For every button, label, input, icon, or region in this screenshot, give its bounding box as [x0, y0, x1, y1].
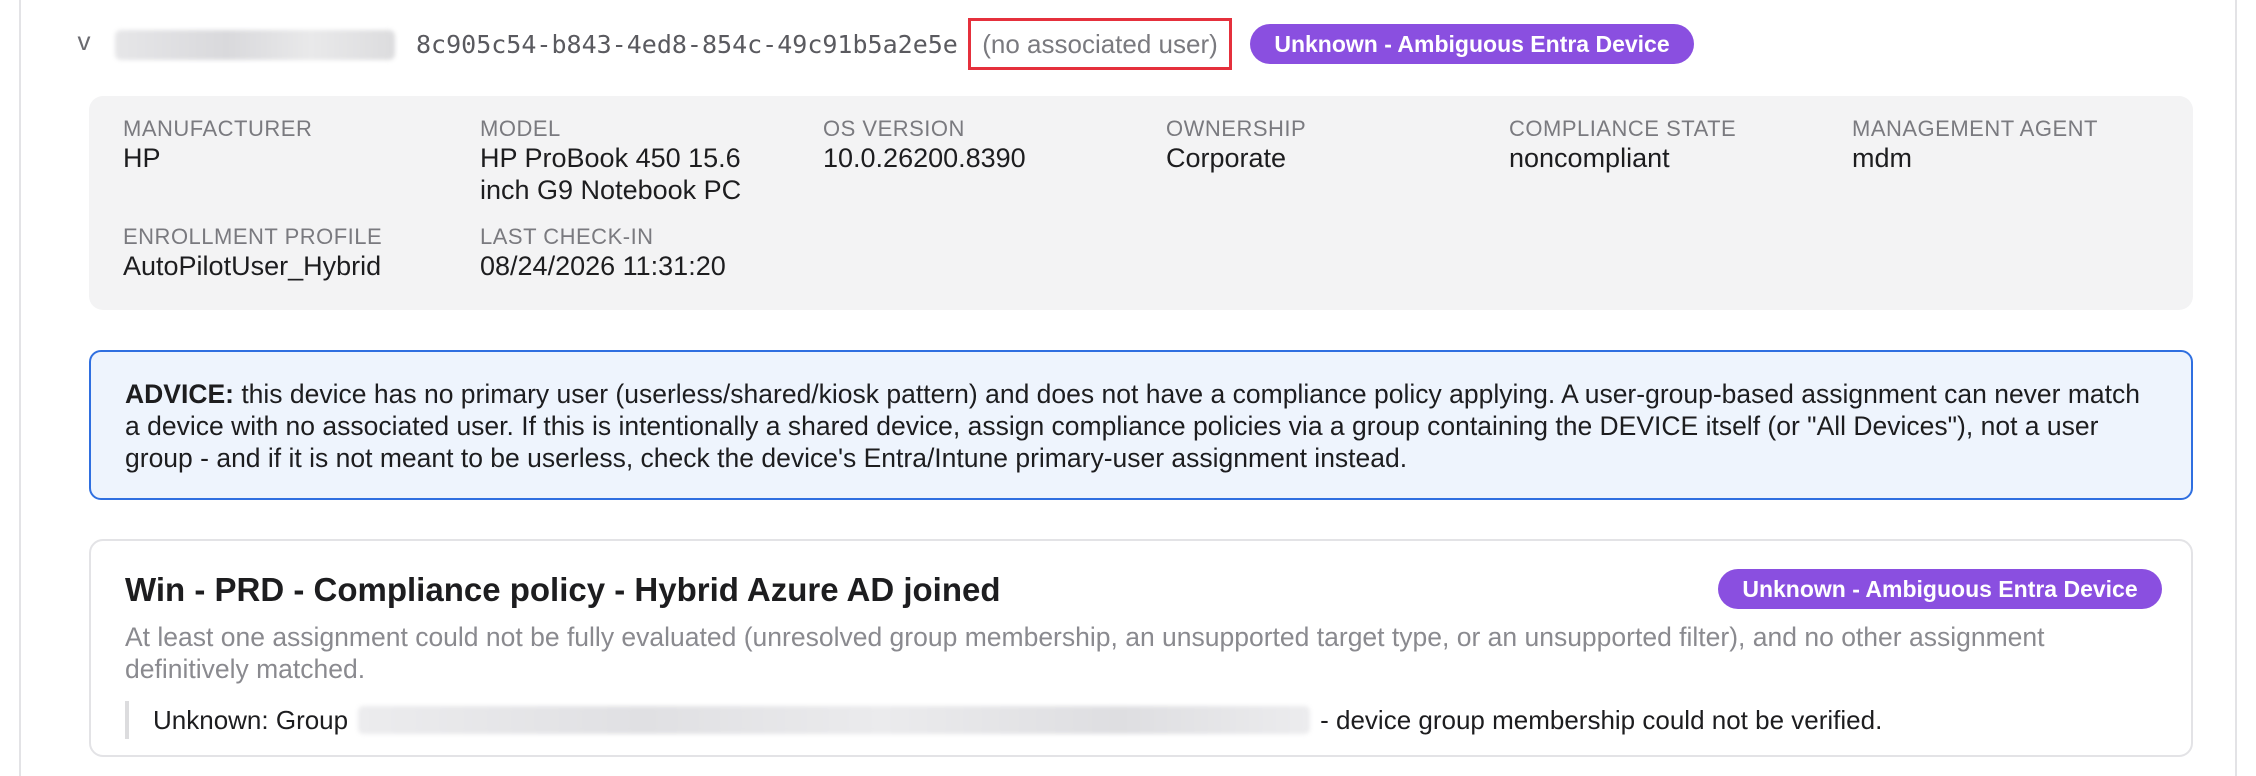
property-value: mdm — [1852, 143, 1912, 173]
policy-status-badge: Unknown - Ambiguous Entra Device — [1718, 569, 2162, 609]
property-label: MANAGEMENT AGENT — [1852, 116, 2098, 141]
property-label: COMPLIANCE STATE — [1509, 116, 1737, 141]
associated-user-label: (no associated user) — [968, 18, 1232, 70]
property-ownership: OWNERSHIP Corporate — [1166, 116, 1486, 174]
policy-title: Win - PRD - Compliance policy - Hybrid A… — [125, 571, 1001, 608]
property-os-version: OS VERSION 10.0.26200.8390 — [823, 116, 1143, 174]
property-value: Corporate — [1166, 143, 1287, 173]
device-id: 8c905c54-b843-4ed8-854c-49c91b5a2e5e — [416, 30, 958, 59]
device-header[interactable]: v 8c905c54-b843-4ed8-854c-49c91b5a2e5e (… — [21, 18, 2235, 70]
property-value: AutoPilotUser_Hybrid — [123, 251, 382, 281]
advice-prefix: ADVICE: — [125, 379, 234, 409]
group-name-redacted — [358, 706, 1311, 734]
property-management-agent: MANAGEMENT AGENT mdm — [1852, 116, 2172, 174]
device-name-redacted — [115, 30, 395, 60]
property-value: 08/24/2026 11:31:20 — [480, 251, 726, 281]
device-card: v 8c905c54-b843-4ed8-854c-49c91b5a2e5e (… — [19, 0, 2237, 776]
property-label: MODEL — [480, 116, 561, 141]
advice-text: this device has no primary user (userles… — [125, 379, 2141, 473]
property-value: noncompliant — [1509, 143, 1670, 173]
detail-suffix: - device group membership could not be v… — [1320, 704, 1883, 735]
device-properties-panel: MANUFACTURER HP MODEL HP ProBook 450 15.… — [89, 96, 2193, 310]
property-label: OWNERSHIP — [1166, 116, 1307, 141]
detail-prefix: Unknown: Group — [153, 704, 349, 735]
policy-description: At least one assignment could not be ful… — [125, 622, 2045, 684]
property-enrollment-profile: ENROLLMENT PROFILE AutoPilotUser_Hybrid — [123, 224, 463, 282]
property-value: 10.0.26200.8390 — [823, 143, 1026, 173]
chevron-down-icon[interactable]: v — [69, 26, 99, 56]
property-label: OS VERSION — [823, 116, 965, 141]
property-label: LAST CHECK-IN — [480, 224, 654, 249]
property-label: ENROLLMENT PROFILE — [123, 224, 383, 249]
property-label: MANUFACTURER — [123, 116, 313, 141]
property-compliance-state: COMPLIANCE STATE noncompliant — [1509, 116, 1829, 174]
property-value: HP — [123, 143, 161, 173]
policy-detail: Unknown: Group - device group membership… — [125, 701, 1882, 739]
advice-box: ADVICE: this device has no primary user … — [89, 350, 2193, 500]
status-badge: Unknown - Ambiguous Entra Device — [1250, 24, 1694, 64]
property-manufacturer: MANUFACTURER HP — [123, 116, 443, 174]
property-model: MODEL HP ProBook 450 15.6 inch G9 Notebo… — [480, 116, 790, 206]
property-value: HP ProBook 450 15.6 inch G9 Notebook PC — [480, 143, 742, 205]
property-last-check-in: LAST CHECK-IN 08/24/2026 11:31:20 — [480, 224, 800, 282]
policy-card: Win - PRD - Compliance policy - Hybrid A… — [89, 539, 2193, 757]
